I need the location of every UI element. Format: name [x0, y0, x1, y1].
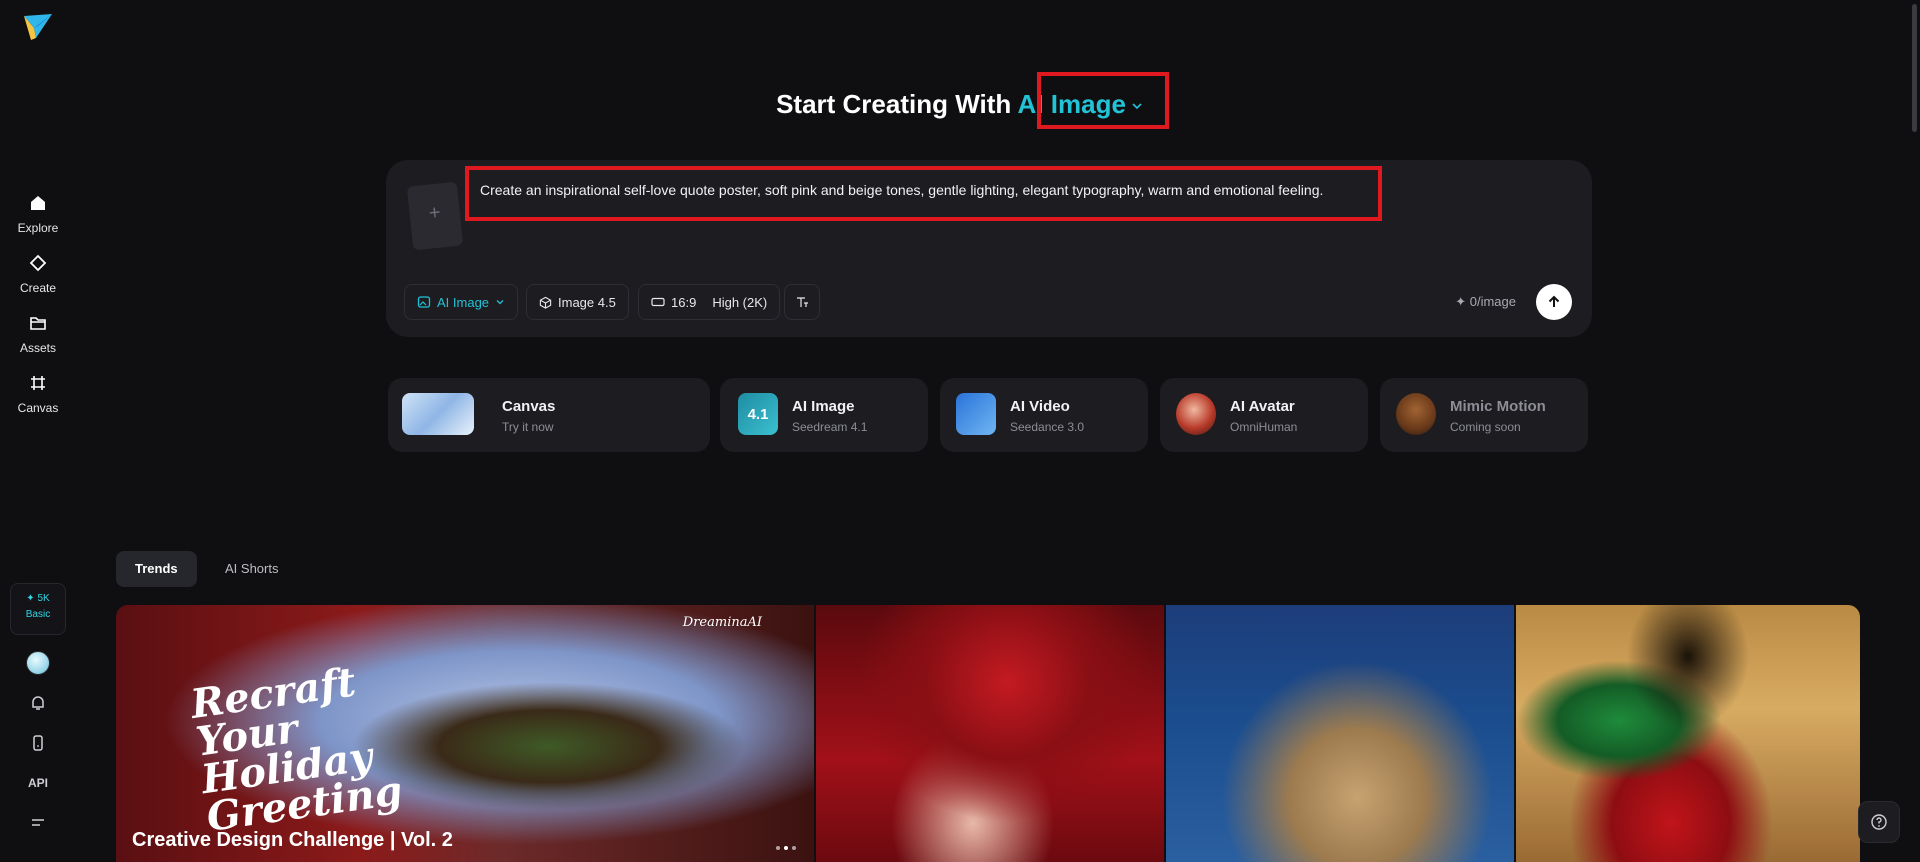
mode-dropdown[interactable]: AI Image	[404, 284, 519, 320]
ai-avatar-thumbnail	[1176, 393, 1216, 435]
folder-icon	[30, 317, 46, 330]
bell-icon[interactable]	[28, 693, 48, 713]
model-dropdown[interactable]: Image 4.5	[526, 284, 629, 320]
sidebar-item-label: Canvas	[17, 401, 59, 415]
text-settings-button[interactable]	[784, 284, 820, 320]
ai-video-thumbnail	[956, 393, 996, 435]
canvas-icon	[31, 376, 45, 390]
page-title: Start Creating With AI Image	[0, 84, 1920, 124]
cost-label: 0/image	[1469, 294, 1516, 309]
image-icon	[417, 296, 431, 308]
sidebar-item-label: Explore	[17, 221, 59, 235]
featured-title: Creative Design Challenge | Vol. 2	[132, 829, 453, 851]
diamond-icon	[29, 254, 47, 272]
sidebar-item-canvas[interactable]: Canvas	[0, 373, 76, 417]
scrollbar[interactable]	[1912, 4, 1917, 132]
quality-label: High (2K)	[712, 294, 768, 310]
feature-title: AI Image	[792, 398, 855, 415]
cube-icon	[539, 296, 552, 309]
carousel-dots[interactable]	[776, 846, 796, 850]
tab-trends[interactable]: Trends	[116, 551, 197, 587]
feature-card-mimic-motion[interactable]: Mimic Motion Coming soon	[1380, 378, 1588, 452]
feature-title: AI Avatar	[1230, 398, 1295, 415]
menu-icon[interactable]	[28, 813, 48, 833]
feature-card-canvas[interactable]: Canvas Try it now	[388, 378, 710, 452]
ai-image-thumbnail: 4.1	[738, 393, 778, 435]
upload-reference-button[interactable]: +	[406, 181, 464, 251]
home-icon	[31, 196, 45, 210]
plus-icon: +	[427, 201, 442, 225]
spark-icon: ✦	[1455, 294, 1467, 309]
feature-card-ai-avatar[interactable]: AI Avatar OmniHuman	[1160, 378, 1368, 452]
sidebar-item-explore[interactable]: Explore	[0, 193, 76, 237]
mobile-icon[interactable]	[28, 733, 48, 753]
ratio-label: 16:9	[671, 294, 697, 310]
dreamina-logo-icon[interactable]	[22, 12, 54, 42]
help-icon	[1871, 814, 1887, 830]
chevron-down-icon	[496, 300, 504, 305]
gallery-tile[interactable]	[816, 605, 1164, 862]
ratio-quality-dropdown[interactable]: 16:9 High (2K)	[638, 284, 781, 320]
feature-title: Canvas	[502, 398, 556, 415]
text-format-icon	[797, 297, 808, 307]
feature-title: Mimic Motion	[1450, 398, 1546, 415]
api-link[interactable]: API	[0, 776, 76, 790]
help-button[interactable]	[1858, 801, 1900, 843]
mode-dropdown-label: AI Image	[437, 294, 490, 310]
feature-card-ai-image[interactable]: 4.1 AI Image Seedream 4.1	[720, 378, 928, 452]
feature-subtitle: Try it now	[502, 420, 554, 434]
highlight-box-prompt	[465, 166, 1382, 221]
credits-badge[interactable]: ✦ 5K Basic	[10, 583, 66, 635]
gallery-tile[interactable]	[1166, 605, 1514, 862]
highlight-box-mode	[1037, 72, 1169, 129]
sidebar-item-create[interactable]: Create	[0, 253, 76, 297]
aspect-ratio-icon	[651, 297, 665, 307]
credits-amount: ✦ 5K	[26, 593, 50, 604]
version-badge: 4.1	[747, 405, 769, 423]
feature-card-ai-video[interactable]: AI Video Seedance 3.0	[940, 378, 1148, 452]
sidebar: Explore Create Assets Canvas ✦ 5K Basic …	[0, 0, 76, 862]
model-label: Image 4.5	[558, 294, 616, 310]
mimic-motion-thumbnail	[1396, 393, 1436, 435]
tab-ai-shorts[interactable]: AI Shorts	[206, 551, 297, 587]
avatar[interactable]	[26, 651, 50, 675]
feature-subtitle: OmniHuman	[1230, 420, 1298, 434]
gallery-tile[interactable]	[1516, 605, 1860, 862]
generate-button[interactable]	[1536, 284, 1572, 320]
sidebar-item-label: Create	[19, 281, 57, 295]
sidebar-item-label: Assets	[19, 341, 56, 355]
brand-watermark: DreaminaAI	[682, 615, 762, 630]
feature-subtitle: Seedream 4.1	[792, 420, 868, 434]
arrow-up-icon	[1548, 295, 1560, 307]
featured-art-text: Recraft Your Holiday Greeting	[187, 658, 406, 841]
feature-subtitle: Seedance 3.0	[1010, 420, 1085, 434]
feature-subtitle: Coming soon	[1450, 420, 1521, 434]
canvas-thumbnail	[402, 393, 474, 435]
sidebar-item-assets[interactable]: Assets	[0, 313, 76, 357]
feature-title: AI Video	[1010, 398, 1070, 415]
cost-indicator: ✦ 0/image	[1455, 294, 1516, 310]
plan-label: Basic	[25, 609, 51, 620]
title-prefix: Start Creating With	[776, 89, 1012, 119]
gallery-tile-featured[interactable]: Recraft Your Holiday Greeting DreaminaAI…	[116, 605, 814, 862]
